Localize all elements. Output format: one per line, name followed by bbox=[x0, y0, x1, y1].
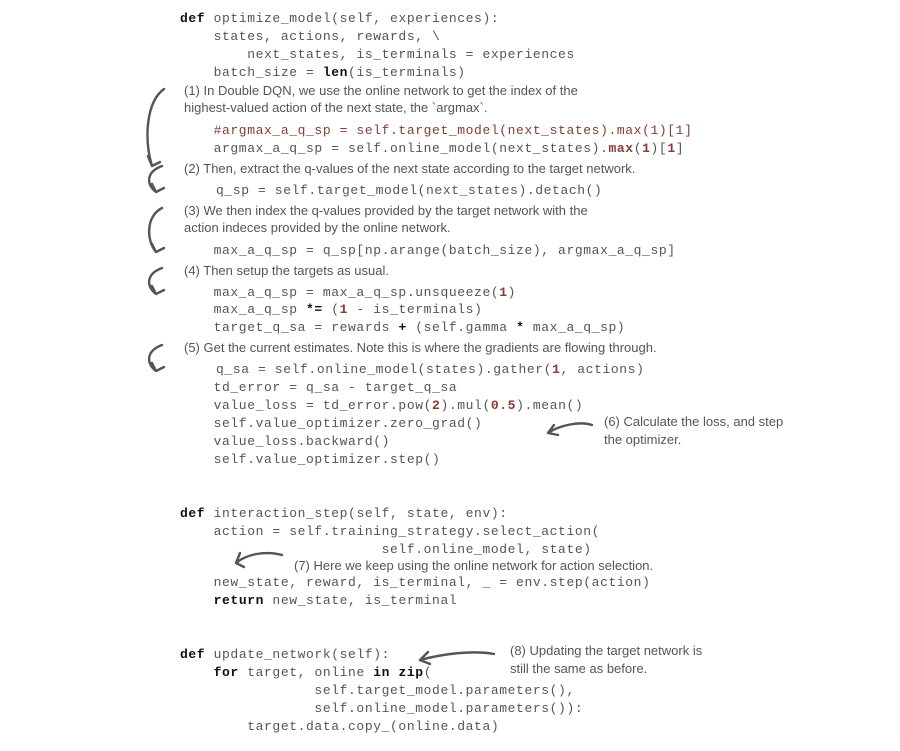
annotation-6: (6) Calculate the loss, and step the opt… bbox=[604, 413, 784, 448]
code-line: new_state, reward, is_terminal, _ = env.… bbox=[180, 574, 900, 592]
arrow-icon bbox=[412, 648, 500, 666]
code-line: max_a_q_sp *= (1 - is_terminals) bbox=[180, 301, 900, 319]
annotation-3: (3) We then index the q-values provided … bbox=[184, 202, 604, 237]
code-line: max_a_q_sp = q_sp[np.arange(batch_size),… bbox=[180, 242, 900, 260]
code-figure: def optimize_model(self, experiences): s… bbox=[10, 10, 900, 736]
annotation-7: (7) Here we keep using the online networ… bbox=[294, 557, 653, 575]
code-line: target.data.copy_(online.data) bbox=[180, 718, 900, 736]
code-line: q_sp = self.target_model(next_states).de… bbox=[180, 182, 900, 200]
arrow-icon bbox=[540, 419, 596, 439]
arrow-icon bbox=[226, 549, 290, 573]
arrow-icon bbox=[138, 264, 180, 300]
arrow-icon bbox=[138, 341, 180, 377]
arrow-icon bbox=[138, 204, 180, 258]
code-line: def optimize_model(self, experiences): bbox=[180, 10, 900, 28]
annotation-4: (4) Then setup the targets as usual. bbox=[184, 262, 389, 280]
code-line: next_states, is_terminals = experiences bbox=[180, 46, 900, 64]
code-line: action = self.training_strategy.select_a… bbox=[180, 523, 900, 541]
annotation-1: (1) In Double DQN, we use the online net… bbox=[184, 82, 594, 117]
code-line: def interaction_step(self, state, env): bbox=[180, 505, 900, 523]
code-line: argmax_a_q_sp = self.online_model(next_s… bbox=[180, 140, 900, 158]
annotation-8: (8) Updating the target net­work is stil… bbox=[510, 642, 720, 677]
arrow-icon bbox=[138, 162, 180, 198]
code-comment: #argmax_a_q_sp = self.target_model(next_… bbox=[180, 122, 900, 140]
code-line: q_sa = self.online_model(states).gather(… bbox=[180, 361, 900, 379]
code-line: self.value_optimizer.step() bbox=[180, 451, 900, 469]
code-line: max_a_q_sp = max_a_q_sp.unsqueeze(1) bbox=[180, 284, 900, 302]
code-line: states, actions, rewards, \ bbox=[180, 28, 900, 46]
arrow-icon bbox=[138, 84, 180, 174]
code-line: value_loss = td_error.pow(2).mul(0.5).me… bbox=[180, 397, 900, 415]
code-line: return new_state, is_terminal bbox=[180, 592, 900, 610]
code-line: self.target_model.parameters(), bbox=[180, 682, 900, 700]
code-line: target_q_sa = rewards + (self.gamma * ma… bbox=[180, 319, 900, 337]
code-line: td_error = q_sa - target_q_sa bbox=[180, 379, 900, 397]
annotation-5: (5) Get the current estimates. Note this… bbox=[184, 339, 657, 357]
annotation-2: (2) Then, extract the q-values of the ne… bbox=[184, 160, 635, 178]
code-line: self.online_model.parameters()): bbox=[180, 700, 900, 718]
code-line: batch_size = len(is_terminals) bbox=[180, 64, 900, 82]
